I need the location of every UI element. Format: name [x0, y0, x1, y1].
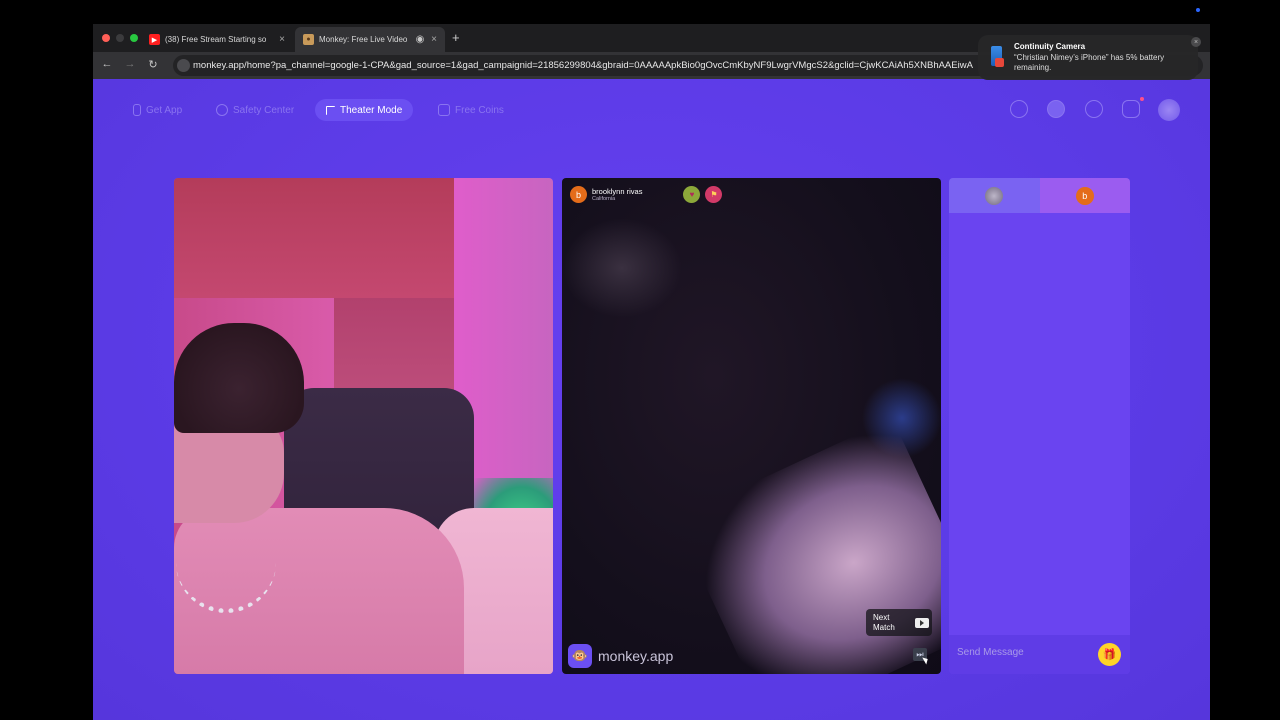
close-notification-icon[interactable]: ×	[1191, 37, 1201, 47]
tab-youtube[interactable]: ▶ (38) Free Stream Starting so ×	[141, 27, 291, 52]
next-match-label: Next Match	[873, 612, 895, 632]
person-hair	[174, 323, 304, 433]
avatar[interactable]	[1158, 99, 1180, 121]
message-placeholder: Send Message	[957, 647, 1024, 658]
monkey-logo-icon: 🐵	[568, 644, 592, 668]
wall-panel	[174, 178, 454, 298]
messages-icon[interactable]	[1122, 100, 1140, 118]
crown-icon[interactable]	[1047, 100, 1065, 118]
nav-label: Free Coins	[455, 104, 504, 116]
close-tab-icon[interactable]: ×	[277, 34, 287, 45]
expand-icon	[326, 105, 335, 115]
recording-icon: ◉	[415, 34, 425, 45]
chat-tab-self[interactable]	[949, 178, 1040, 213]
chat-panel: b Send Message 🎁	[949, 178, 1130, 674]
tab-title: (38) Free Stream Starting so	[165, 35, 267, 44]
nav-label: Safety Center	[233, 104, 295, 116]
browser-window: ▶ (38) Free Stream Starting so × ● Monke…	[93, 24, 1210, 720]
history-icon[interactable]	[1085, 100, 1103, 118]
monkey-page: Get App Safety Center Theater Mode Free …	[93, 79, 1210, 720]
video-shadow	[562, 218, 682, 318]
nav-label: Get App	[146, 104, 183, 116]
next-match-hint: Next Match	[866, 609, 932, 636]
tab-title: Monkey: Free Live Video	[319, 35, 408, 44]
minimize-window-button[interactable]	[116, 34, 124, 42]
self-video	[174, 178, 553, 674]
new-tab-button[interactable]: +	[452, 30, 460, 45]
message-input[interactable]: Send Message 🎁	[949, 635, 1130, 674]
mouse-cursor-icon	[922, 655, 930, 665]
heart-badge-icon[interactable]: ♥	[683, 186, 701, 203]
partner-avatar[interactable]: b	[570, 186, 587, 203]
maximize-window-button[interactable]	[130, 34, 138, 42]
nav-theater-mode[interactable]: Theater Mode	[315, 99, 414, 121]
url-text: monkey.app/home?pa_channel=google-1-CPA&…	[193, 60, 973, 71]
top-nav: Get App Safety Center Theater Mode Free …	[93, 79, 1210, 139]
monkey-icon: ●	[303, 34, 314, 45]
store-icon	[438, 104, 450, 116]
partner-name: brooklynn rivas	[592, 186, 643, 196]
youtube-icon: ▶	[149, 34, 160, 45]
reload-icon[interactable]: ↻	[146, 58, 160, 71]
notification-title: Continuity Camera	[1014, 42, 1086, 51]
watermark: 🐵 monkey.app	[568, 644, 673, 668]
nav-free-coins[interactable]: Free Coins	[438, 99, 504, 121]
close-tab-icon[interactable]: ×	[429, 34, 439, 45]
nav-label: Theater Mode	[340, 104, 403, 116]
nav-get-app[interactable]: Get App	[133, 99, 182, 121]
partner-video: b brooklynn rivas California ♥ ⚑ 🐵 monke…	[562, 178, 941, 674]
low-battery-icon	[995, 58, 1004, 67]
close-window-button[interactable]	[102, 34, 110, 42]
gift-button[interactable]: 🎁	[1098, 643, 1121, 666]
partner-avatar: b	[1075, 186, 1094, 205]
tab-monkey[interactable]: ● Monkey: Free Live Video ◉ ×	[295, 27, 445, 52]
nav-safety-center[interactable]: Safety Center	[216, 99, 294, 121]
partner-location: California	[592, 195, 616, 202]
partner-info: b brooklynn rivas California ♥ ⚑	[570, 186, 723, 203]
site-info-icon[interactable]	[177, 59, 190, 72]
phone-icon	[133, 104, 141, 116]
self-avatar	[985, 186, 1004, 205]
back-icon[interactable]: ←	[100, 58, 114, 70]
watermark-text: monkey.app	[598, 648, 674, 664]
notification-body: “Christian Nimey’s iPhone” has 5% batter…	[1014, 53, 1165, 72]
forward-icon[interactable]: →	[123, 58, 137, 70]
chat-header: b	[949, 178, 1130, 213]
continuity-camera-notification[interactable]: Continuity Camera “Christian Nimey’s iPh…	[978, 35, 1201, 80]
search-icon[interactable]	[1010, 100, 1028, 118]
notification-dot	[1140, 97, 1144, 101]
screen: ▶ (38) Free Stream Starting so × ● Monke…	[0, 0, 1280, 720]
partner-details: brooklynn rivas California	[592, 187, 642, 203]
flag-badge-icon[interactable]: ⚑	[705, 186, 723, 203]
camera-indicator-icon	[1196, 8, 1200, 12]
arrow-key-icon	[915, 617, 929, 628]
chat-tab-partner[interactable]: b	[1039, 178, 1130, 213]
shield-icon	[216, 104, 228, 116]
